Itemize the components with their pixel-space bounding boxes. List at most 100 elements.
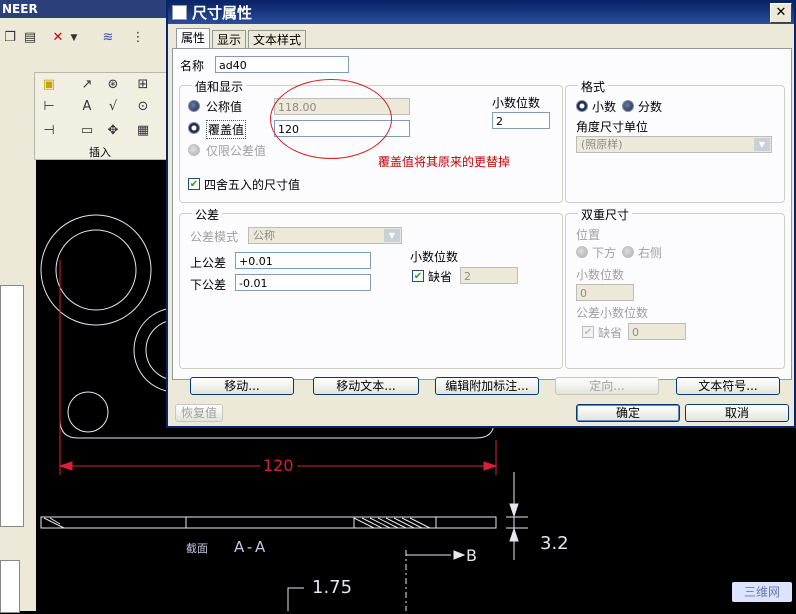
frame-icon[interactable]: ▭ [79,123,95,139]
upper-tol-input[interactable]: +0.01 [235,252,371,269]
tolerance-mode-select: 公称 ▼ [248,227,402,244]
annotation-ellipse [270,79,392,159]
decimal-label: 小数 [592,100,617,114]
move-text-button[interactable]: 移动文本... [313,377,419,395]
section-prefix-text: 截面 [186,542,208,555]
tolerance-group: 公差 公差模式 公称 ▼ 上公差 +0.01 下公差 -0.01 小数位数 ✔ 缺… [179,206,563,369]
angle-unit-select: (照原样) ▼ [576,136,772,153]
dual-decimal-label: 小数位数 [576,268,625,282]
override-radio[interactable] [188,122,200,134]
dimension-new-icon[interactable]: ↗ [79,77,95,93]
dialog-app-icon [172,5,187,20]
section-label-text: A-A [234,538,269,556]
paste-icon[interactable]: ▤ [22,30,38,46]
override-label: 覆盖值 [206,120,247,139]
model-tree-list[interactable] [0,285,24,527]
dialog-titlebar[interactable]: 尺寸属性 ✕ [168,2,794,24]
chevron-down-icon: ▼ [384,229,400,242]
format-group: 格式 小数 分数 角度尺寸单位 (照原样) ▼ [565,78,785,203]
upper-tol-label: 上公差 [190,256,227,270]
nominal-label: 公称值 [206,100,243,114]
ribbon-group-label: 插入 [89,146,111,159]
dimension-properties-dialog: 尺寸属性 ✕ 属性 显示 文本样式 名称 ad40 值和显示 公称值 118.0… [166,0,796,428]
delete-icon[interactable]: ✕ [50,30,66,46]
dimension-3-2-text[interactable]: 3.2 [540,533,569,554]
annotate-icon[interactable]: A [79,99,95,115]
layers-icon[interactable]: ≋ [100,30,116,46]
drawing-leader-175 [287,587,304,611]
edit-attached-note-button[interactable]: 编辑附加标注... [435,377,539,395]
dual-right-label: 右侧 [638,246,663,260]
name-label: 名称 [180,59,205,73]
decimal-places-label: 小数位数 [492,96,541,110]
orient-button: 定向... [555,377,659,395]
dual-dimension-group: 双重尺寸 位置 下方 右侧 小数位数 0 公差小数位数 ✔ 缺省 0 [565,206,785,369]
note-icon[interactable]: ▣ [41,77,57,93]
dual-decimal-field: 0 [576,284,634,301]
value-display-title: 值和显示 [192,78,247,95]
watermark: 三维网 [732,582,792,602]
dimension-120-text[interactable]: 120 [260,456,297,475]
tolerance-only-radio [188,144,200,156]
drawing-hole-1 [40,214,152,326]
tab-display[interactable]: 显示 [212,30,247,49]
app-toolbar: ❐ ▤ ✕ ▼ ≋ ⋮ [0,18,170,69]
angle-unit-label: 角度尺寸单位 [576,120,649,134]
restore-value-button: 恢复值 [175,404,223,422]
dimension-1-75-text[interactable]: 1.75 [312,577,352,598]
tol-default-checkbox[interactable]: ✔ [412,270,424,282]
rounded-checkbox[interactable]: ✔ [188,178,200,190]
tolerance-mode-label: 公差模式 [190,230,239,244]
tab-text-style[interactable]: 文本样式 [248,30,307,49]
fraction-radio[interactable] [622,100,634,112]
balloon-icon[interactable]: ⊙ [135,99,151,115]
layer-list[interactable] [0,560,20,613]
ordinate-icon[interactable]: ⊢ [41,99,57,115]
text-symbol-button[interactable]: 文本符号... [676,377,780,395]
datum-icon[interactable]: ⊞ [135,77,151,93]
decimal-places-input[interactable]: 2 [492,112,550,129]
lower-tol-input[interactable]: -0.01 [235,274,371,291]
name-input[interactable]: ad40 [215,56,349,73]
table-icon[interactable]: ▦ [135,123,151,139]
dual-position-label: 位置 [576,228,601,242]
chevron-down-icon: ▼ [754,138,770,151]
dialog-title: 尺寸属性 [192,4,253,22]
angle-unit-value: (照原样) [581,138,623,151]
move-button[interactable]: 移动... [190,377,294,395]
tree-icon[interactable]: ⋮ [130,30,146,46]
dual-right-radio [622,246,634,258]
close-button[interactable]: ✕ [770,3,792,23]
dual-below-label: 下方 [592,246,617,260]
tolerance-mode-value: 公称 [253,229,275,242]
symbol-icon[interactable]: ⊛ [105,77,121,93]
drawing-hole-3 [67,391,109,433]
ok-button[interactable]: 确定 [576,404,680,422]
lower-tol-label: 下公差 [190,278,227,292]
copy-icon[interactable]: ❐ [2,30,18,46]
fraction-label: 分数 [638,100,663,114]
nominal-radio[interactable] [188,100,200,112]
dual-title: 双重尺寸 [578,206,633,223]
tab-properties[interactable]: 属性 [176,28,211,50]
arrow-b-label: B [466,546,477,565]
dual-default-checkbox: ✔ [582,326,594,338]
drawing-hole-1-inner [55,229,137,311]
decimal-radio[interactable] [576,100,588,112]
surface-finish-icon[interactable]: √ [105,99,121,115]
tolerance-only-label: 仅限公差值 [206,144,267,158]
tolerance-title: 公差 [192,206,223,223]
tol-decimal-field: 2 [460,267,518,284]
tol-default-label: 缺省 [428,270,453,284]
dual-tol-decimal-label: 公差小数位数 [576,306,649,320]
chain-dim-icon[interactable]: ⊣ [41,123,57,139]
dual-below-radio [576,246,588,258]
rounded-label: 四舍五入的尺寸值 [204,178,301,192]
app-title: NEER [2,2,38,16]
cancel-button[interactable]: 取消 [685,404,789,422]
dropdown-arrow-icon[interactable]: ▼ [66,30,82,46]
dual-default-field: 0 [628,323,686,340]
format-title: 格式 [578,78,609,95]
properties-tab-panel: 名称 ad40 值和显示 公称值 118.00 覆盖值 120 仅限公差值 小数… [172,48,792,380]
move-icon[interactable]: ✥ [105,123,121,139]
